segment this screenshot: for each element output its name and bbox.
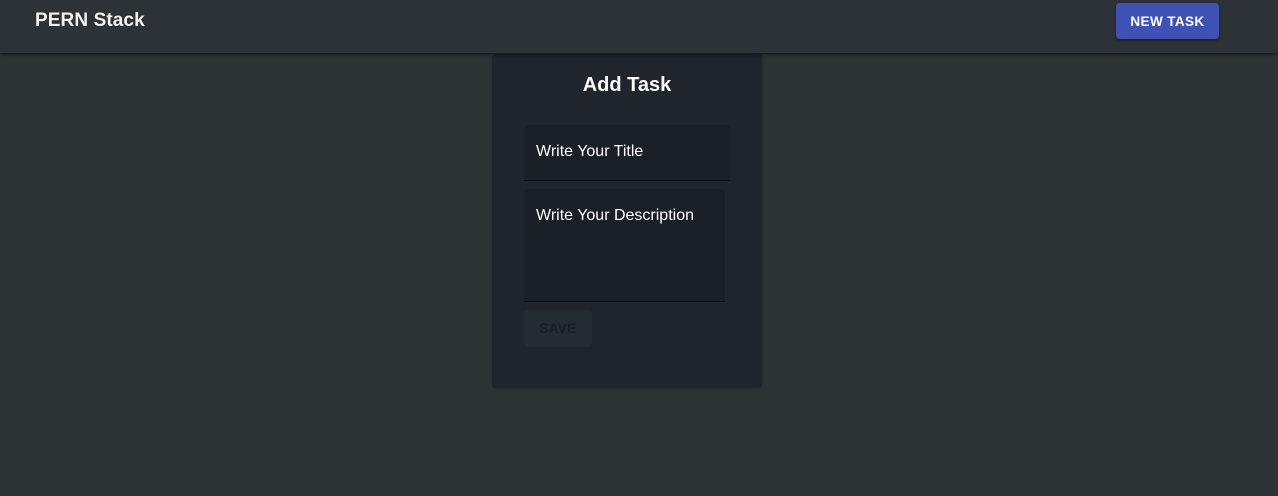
save-button[interactable]: SAVE: [524, 310, 592, 347]
description-field[interactable]: Write Your Description: [524, 189, 725, 302]
new-task-button[interactable]: NEW TASK: [1116, 3, 1219, 39]
app-brand[interactable]: PERN Stack: [35, 10, 145, 32]
description-field-placeholder: Write Your Description: [536, 207, 694, 224]
title-field[interactable]: Write Your Title: [524, 125, 730, 181]
app-bar: PERN Stack NEW TASK: [0, 0, 1278, 53]
add-task-card: Add Task Write Your Title Write Your Des…: [492, 54, 762, 388]
title-field-placeholder: Write Your Title: [536, 143, 644, 160]
card-title: Add Task: [582, 74, 672, 96]
